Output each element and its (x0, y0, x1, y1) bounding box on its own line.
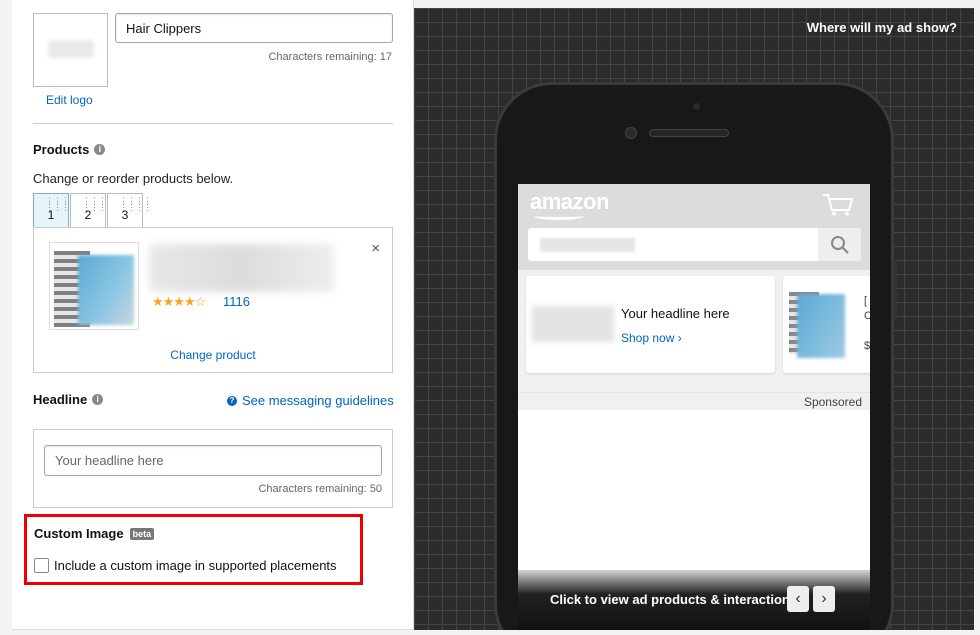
side-button (893, 260, 897, 320)
product-tabs: ⋮⋮⋮⋮ ⋮⋮⋮⋮ 1 ⋮⋮⋮⋮ ⋮⋮⋮⋮ 2 ⋮⋮⋮⋮ ⋮⋮⋮⋮ 3 (33, 193, 152, 234)
search-icon (830, 235, 849, 254)
custom-image-section: Custom Image beta Include a custom image… (24, 514, 363, 585)
sensor-dot (693, 103, 700, 110)
info-icon[interactable]: i (92, 394, 104, 405)
messaging-guidelines-link[interactable]: ? See messaging guidelines (227, 393, 394, 408)
search-text (540, 238, 635, 252)
logo-image (48, 40, 94, 58)
search-button[interactable] (818, 228, 861, 261)
product-title (149, 244, 334, 292)
product-tab-1[interactable]: ⋮⋮⋮⋮ ⋮⋮⋮⋮ 1 (33, 193, 78, 234)
star-rating: ★★★★☆ (152, 294, 206, 309)
close-icon[interactable]: × (371, 240, 380, 257)
brand-logo[interactable] (33, 13, 108, 87)
products-instruction: Change or reorder products below. (33, 171, 234, 186)
product-card: × ★★★★☆ 1116 Change product (33, 227, 393, 373)
products-heading: Products i (33, 142, 106, 157)
ad-product-card[interactable]: [C $ (783, 276, 870, 373)
ad-brand-logo (532, 306, 614, 342)
sponsored-ad-area: Your headline here Shop now › [C $ Sponso… (518, 270, 870, 410)
headline-title: Headline (33, 392, 88, 407)
beta-badge: beta (129, 527, 155, 540)
edit-logo-link[interactable]: Edit logo (46, 93, 93, 107)
brand-chars-remaining: Characters remaining: 17 (268, 51, 392, 63)
ad-preview-panel: Where will my ad show? amazon Your headl… (414, 8, 974, 630)
drag-handle-icon[interactable]: ⋮⋮⋮⋮ ⋮⋮⋮⋮ (119, 197, 152, 212)
custom-image-checkbox-label[interactable]: Include a custom image in supported plac… (54, 558, 337, 573)
product-image (49, 242, 139, 330)
ad-builder-panel: Edit logo Characters remaining: 17 Produ… (12, 0, 414, 630)
sponsored-label: Sponsored (803, 395, 862, 409)
chevron-right-icon[interactable]: › (813, 586, 835, 612)
products-title: Products (33, 142, 90, 157)
cart-icon[interactable] (822, 192, 854, 216)
headline-box: Characters remaining: 50 (33, 429, 393, 508)
view-interaction-link[interactable]: Click to view ad products & interaction (550, 592, 790, 607)
product-tab-3[interactable]: ⋮⋮⋮⋮ ⋮⋮⋮⋮ 3 (107, 193, 152, 227)
headline-input[interactable] (44, 445, 382, 476)
product-thumb-box (797, 294, 845, 358)
change-product-link[interactable]: Change product (34, 348, 392, 362)
ad-headline-card[interactable]: Your headline here Shop now › (526, 276, 775, 373)
front-camera (625, 127, 637, 139)
divider (33, 123, 393, 124)
divider (518, 392, 870, 393)
product-tab-2[interactable]: ⋮⋮⋮⋮ ⋮⋮⋮⋮ 2 (70, 193, 115, 227)
custom-image-heading: Custom Image beta (34, 526, 155, 541)
amazon-smile (534, 212, 584, 220)
headline-heading: Headline i (33, 392, 104, 407)
custom-image-checkbox[interactable] (34, 558, 49, 573)
chevron-left-icon[interactable]: ‹ (787, 586, 809, 612)
shop-now-link[interactable]: Shop now › (621, 331, 682, 345)
headline-chars-remaining: Characters remaining: 50 (258, 483, 382, 495)
phone-screen: amazon Your headline here Shop now › [C… (518, 184, 870, 630)
rating-count-link[interactable]: 1116 (223, 294, 250, 309)
info-icon[interactable]: i (94, 144, 106, 155)
where-ad-show-link[interactable]: Where will my ad show? (807, 20, 957, 35)
phone-speaker (649, 129, 729, 137)
guidelines-label: See messaging guidelines (242, 393, 394, 408)
amazon-header: amazon (518, 184, 870, 270)
brand-name-input[interactable] (115, 13, 393, 43)
product-snippet: [C $ (864, 295, 870, 352)
search-input[interactable] (528, 228, 828, 261)
question-icon: ? (227, 395, 237, 406)
ad-headline: Your headline here (621, 306, 730, 321)
custom-image-title: Custom Image (34, 526, 124, 541)
